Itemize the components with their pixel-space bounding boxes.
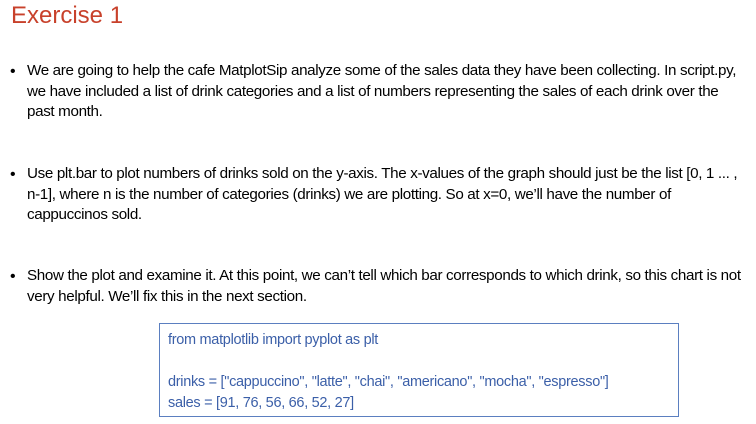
code-import-line: from matplotlib import pyplot as plt xyxy=(168,332,379,348)
bullet-marker: • xyxy=(10,268,16,285)
code-sales-line: sales = [91, 76, 56, 66, 52, 27] xyxy=(168,395,354,411)
page-title: Exercise 1 xyxy=(11,2,124,29)
bullet-marker: • xyxy=(10,166,16,183)
bullet-text: Use plt.bar to plot numbers of drinks so… xyxy=(27,165,738,223)
bullet-text: We are going to help the cafe MatplotSip… xyxy=(27,62,737,120)
bullet-marker: • xyxy=(10,63,16,80)
code-block: from matplotlib import pyplot as plt dri… xyxy=(159,323,679,417)
code-drinks-line: drinks = ["cappuccino", "latte", "chai",… xyxy=(168,374,609,390)
bullet-text: Show the plot and examine it. At this po… xyxy=(27,267,741,305)
